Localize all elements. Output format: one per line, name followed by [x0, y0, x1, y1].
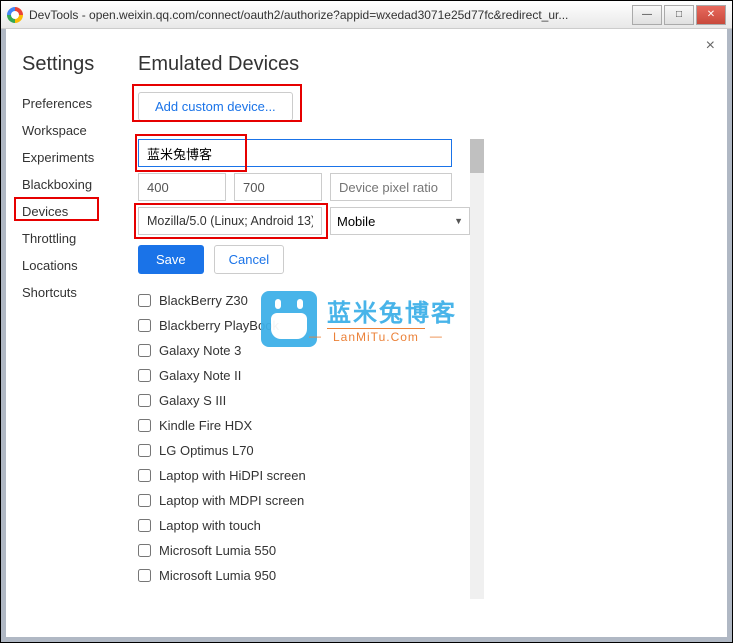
- sidebar-title: Settings: [22, 53, 132, 76]
- sidebar-item-experiments[interactable]: Experiments: [22, 144, 132, 171]
- width-input[interactable]: [138, 173, 226, 201]
- device-label: Galaxy S III: [159, 393, 226, 408]
- user-agent-input[interactable]: [138, 207, 322, 235]
- dpr-input[interactable]: [330, 173, 452, 201]
- device-item[interactable]: Galaxy Note II: [138, 363, 470, 388]
- device-checkbox[interactable]: [138, 544, 151, 557]
- device-checkbox[interactable]: [138, 569, 151, 582]
- sidebar-item-preferences[interactable]: Preferences: [22, 90, 132, 117]
- cancel-button[interactable]: Cancel: [214, 245, 284, 274]
- device-item[interactable]: LG Optimus L70: [138, 438, 470, 463]
- settings-panel: × Settings Preferences Workspace Experim…: [1, 29, 732, 642]
- device-checkbox[interactable]: [138, 394, 151, 407]
- device-checkbox[interactable]: [138, 444, 151, 457]
- sidebar-item-blackboxing[interactable]: Blackboxing: [22, 171, 132, 198]
- device-item[interactable]: Kindle Fire HDX: [138, 413, 470, 438]
- sidebar-item-shortcuts[interactable]: Shortcuts: [22, 279, 132, 306]
- device-label: Microsoft Lumia 950: [159, 568, 276, 583]
- device-checkbox[interactable]: [138, 344, 151, 357]
- device-checkbox[interactable]: [138, 369, 151, 382]
- device-checkbox[interactable]: [138, 469, 151, 482]
- window-title: DevTools - open.weixin.qq.com/connect/oa…: [29, 8, 630, 22]
- main-content: Emulated Devices Add custom device...: [138, 53, 711, 629]
- device-label: Microsoft Lumia 550: [159, 543, 276, 558]
- scrollbar-thumb[interactable]: [470, 139, 484, 173]
- sidebar-item-throttling[interactable]: Throttling: [22, 225, 132, 252]
- device-item[interactable]: Laptop with HiDPI screen: [138, 463, 470, 488]
- device-label: LG Optimus L70: [159, 443, 254, 458]
- page-title: Emulated Devices: [138, 53, 711, 76]
- maximize-button[interactable]: □: [664, 5, 694, 25]
- minimize-button[interactable]: —: [632, 5, 662, 25]
- device-name-input[interactable]: [138, 139, 452, 167]
- window-controls: — □ ✕: [630, 5, 726, 25]
- device-label: Laptop with HiDPI screen: [159, 468, 306, 483]
- device-checkbox[interactable]: [138, 494, 151, 507]
- device-item[interactable]: Galaxy S III: [138, 388, 470, 413]
- device-checkbox[interactable]: [138, 519, 151, 532]
- sidebar-item-devices[interactable]: Devices: [22, 198, 132, 225]
- chrome-icon: [7, 7, 23, 23]
- device-item[interactable]: Laptop with MDPI screen: [138, 488, 470, 513]
- device-type-label: Mobile: [337, 214, 375, 229]
- device-item[interactable]: Microsoft Lumia 950: [138, 563, 470, 588]
- device-label: Laptop with MDPI screen: [159, 493, 304, 508]
- add-custom-device-button[interactable]: Add custom device...: [138, 92, 293, 121]
- device-label: Galaxy Note II: [159, 368, 241, 383]
- close-window-button[interactable]: ✕: [696, 5, 726, 25]
- device-form: Mobile ▼ Save Cancel BlackBerry Z30Black…: [138, 139, 470, 588]
- settings-sidebar: Settings Preferences Workspace Experimen…: [22, 53, 132, 306]
- device-label: Kindle Fire HDX: [159, 418, 252, 433]
- sidebar-item-workspace[interactable]: Workspace: [22, 117, 132, 144]
- device-item[interactable]: Blackberry PlayBook: [138, 313, 470, 338]
- device-checkbox[interactable]: [138, 319, 151, 332]
- device-checkbox[interactable]: [138, 294, 151, 307]
- device-label: Laptop with touch: [159, 518, 261, 533]
- device-item[interactable]: Microsoft Lumia 550: [138, 538, 470, 563]
- window-titlebar: DevTools - open.weixin.qq.com/connect/oa…: [1, 1, 732, 29]
- scrollbar-track[interactable]: [470, 139, 484, 599]
- device-label: Blackberry PlayBook: [159, 318, 279, 333]
- device-item[interactable]: BlackBerry Z30: [138, 288, 470, 313]
- device-label: BlackBerry Z30: [159, 293, 248, 308]
- sidebar-item-label: Devices: [22, 204, 68, 219]
- chevron-down-icon: ▼: [454, 216, 463, 226]
- sidebar-item-locations[interactable]: Locations: [22, 252, 132, 279]
- device-list: BlackBerry Z30 Blackberry PlayBook Galaxy …: [138, 288, 470, 588]
- device-checkbox[interactable]: [138, 419, 151, 432]
- height-input[interactable]: [234, 173, 322, 201]
- device-label: Galaxy Note 3: [159, 343, 241, 358]
- device-item[interactable]: Galaxy Note 3: [138, 338, 470, 363]
- save-button[interactable]: Save: [138, 245, 204, 274]
- device-item[interactable]: Laptop with touch: [138, 513, 470, 538]
- device-type-select[interactable]: Mobile ▼: [330, 207, 470, 235]
